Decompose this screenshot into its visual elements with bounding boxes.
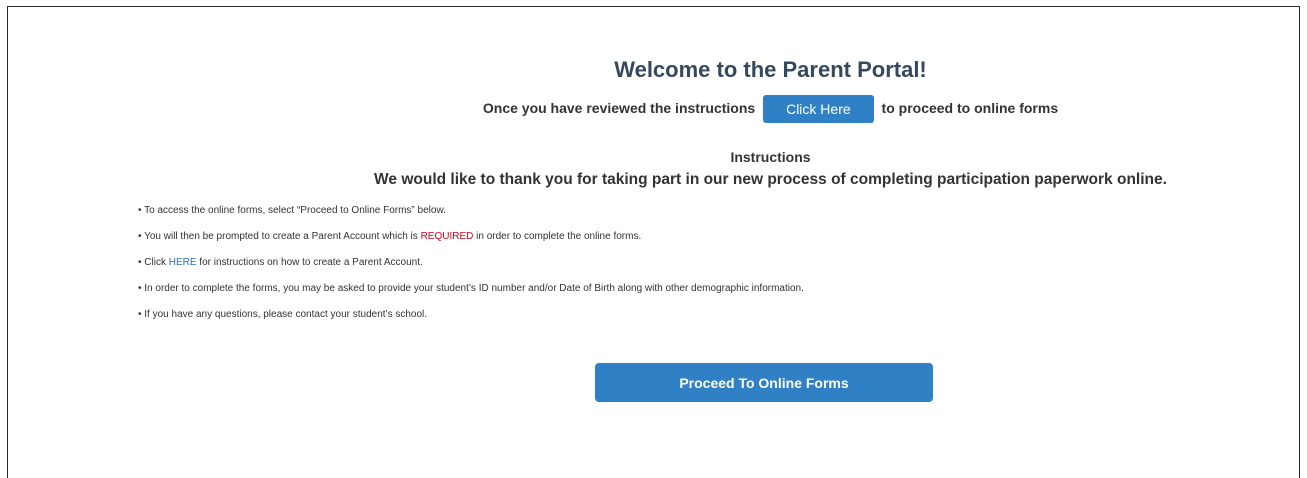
instructions-heading: Instructions: [730, 149, 811, 165]
click-here-button[interactable]: Click Here: [763, 95, 874, 124]
review-prefix-text: Once you have reviewed the instructions: [482, 100, 756, 116]
list-item-text: • To access the online forms, select “Pr…: [138, 205, 446, 216]
required-text: REQUIRED: [420, 231, 474, 242]
list-item: • Click HERE for instructions on how to …: [138, 254, 804, 280]
list-item-text: for instructions on how to create a Pare…: [196, 257, 423, 268]
review-suffix-text: to proceed to online forms: [881, 100, 1059, 116]
list-item: • To access the online forms, select “Pr…: [138, 202, 804, 228]
portal-panel: Welcome to the Parent Portal! Once you h…: [7, 6, 1300, 478]
list-item-text: • Click: [138, 257, 169, 268]
list-item: • If you have any questions, please cont…: [138, 306, 804, 332]
thanks-message: We would like to thank you for taking pa…: [374, 171, 1167, 188]
here-link[interactable]: HERE: [169, 257, 197, 268]
list-item-text: • In order to complete the forms, you ma…: [138, 283, 804, 294]
page-title: Welcome to the Parent Portal!: [614, 57, 927, 82]
list-item: • In order to complete the forms, you ma…: [138, 280, 804, 306]
instructions-list: • To access the online forms, select “Pr…: [138, 202, 804, 332]
list-item: • You will then be prompted to create a …: [138, 228, 804, 254]
list-item-text: in order to complete the online forms.: [473, 231, 642, 242]
review-instructions-line: Once you have reviewed the instructions …: [8, 94, 1307, 124]
list-item-text: • If you have any questions, please cont…: [138, 309, 428, 320]
list-item-text: • You will then be prompted to create a …: [138, 231, 421, 242]
proceed-to-online-forms-button[interactable]: Proceed To Online Forms: [595, 363, 933, 402]
